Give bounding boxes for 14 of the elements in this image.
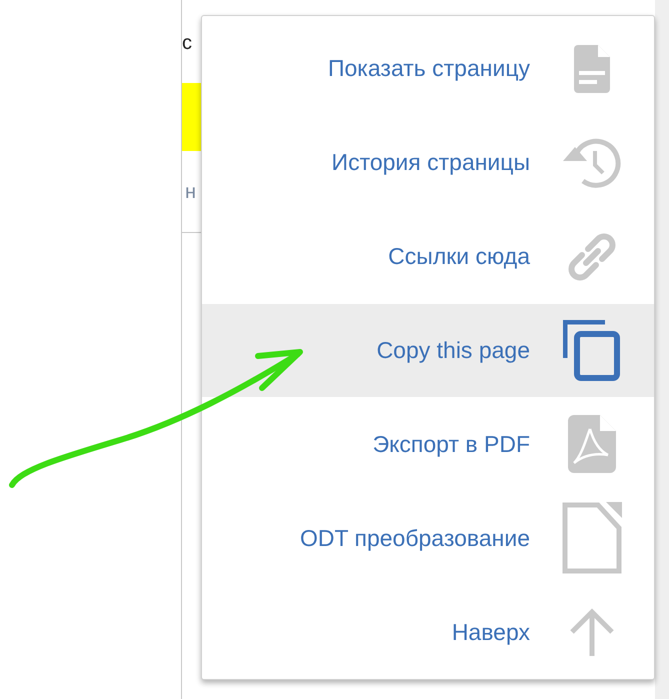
- menu-item[interactable]: Copy this page: [202, 304, 654, 398]
- page-text: c: [182, 32, 192, 54]
- document-icon: [574, 44, 610, 93]
- page-text: н: [185, 181, 196, 204]
- menu-item[interactable]: История страницы: [202, 116, 654, 210]
- menu-item[interactable]: Показать страницу: [202, 22, 654, 116]
- highlight-bar: [182, 83, 202, 151]
- copy-icon: [563, 320, 621, 382]
- menu-item[interactable]: Экспорт в PDF: [202, 397, 654, 492]
- menu-item[interactable]: ODT преобразование: [202, 491, 654, 586]
- pdf-icon: [568, 415, 616, 474]
- blank-document-icon: [562, 502, 622, 574]
- menu-item[interactable]: Ссылки сюда: [202, 210, 654, 304]
- menu-item[interactable]: Наверх: [202, 585, 654, 680]
